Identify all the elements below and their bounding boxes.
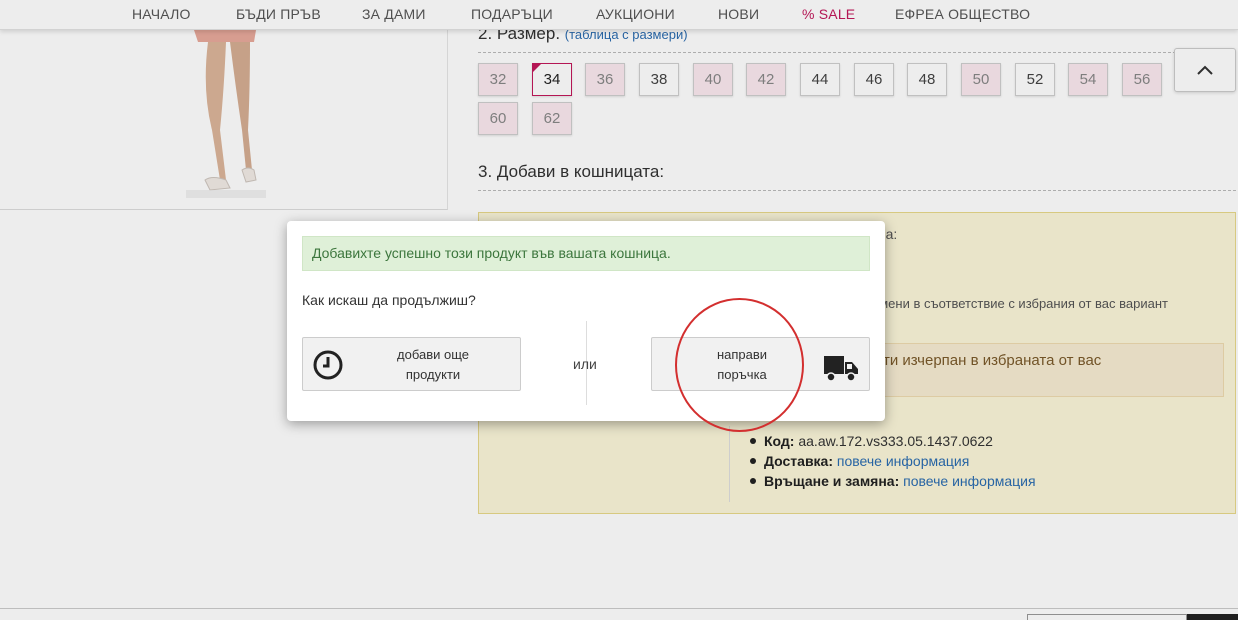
continue-label-line-1: добави още (397, 347, 469, 362)
continue-question: Как искаш да продължиш? (302, 292, 476, 308)
truck-icon (824, 356, 858, 382)
order-button-label: направи поръчка (672, 345, 812, 385)
order-label-line-2: поръчка (717, 367, 767, 382)
continue-shopping-button[interactable]: добави още продукти (302, 337, 521, 391)
success-alert: Добавихте успешно този продукт във вашат… (302, 236, 870, 271)
added-to-cart-modal: Добавихте успешно този продукт във вашат… (287, 221, 885, 421)
continue-label-line-2: продукти (405, 367, 461, 382)
clock-icon (313, 350, 343, 380)
order-label-line-1: направи (716, 347, 768, 362)
continue-button-label: добави още продукти (363, 345, 503, 385)
or-separator: или (573, 356, 597, 372)
place-order-button[interactable]: направи поръчка (651, 337, 870, 391)
